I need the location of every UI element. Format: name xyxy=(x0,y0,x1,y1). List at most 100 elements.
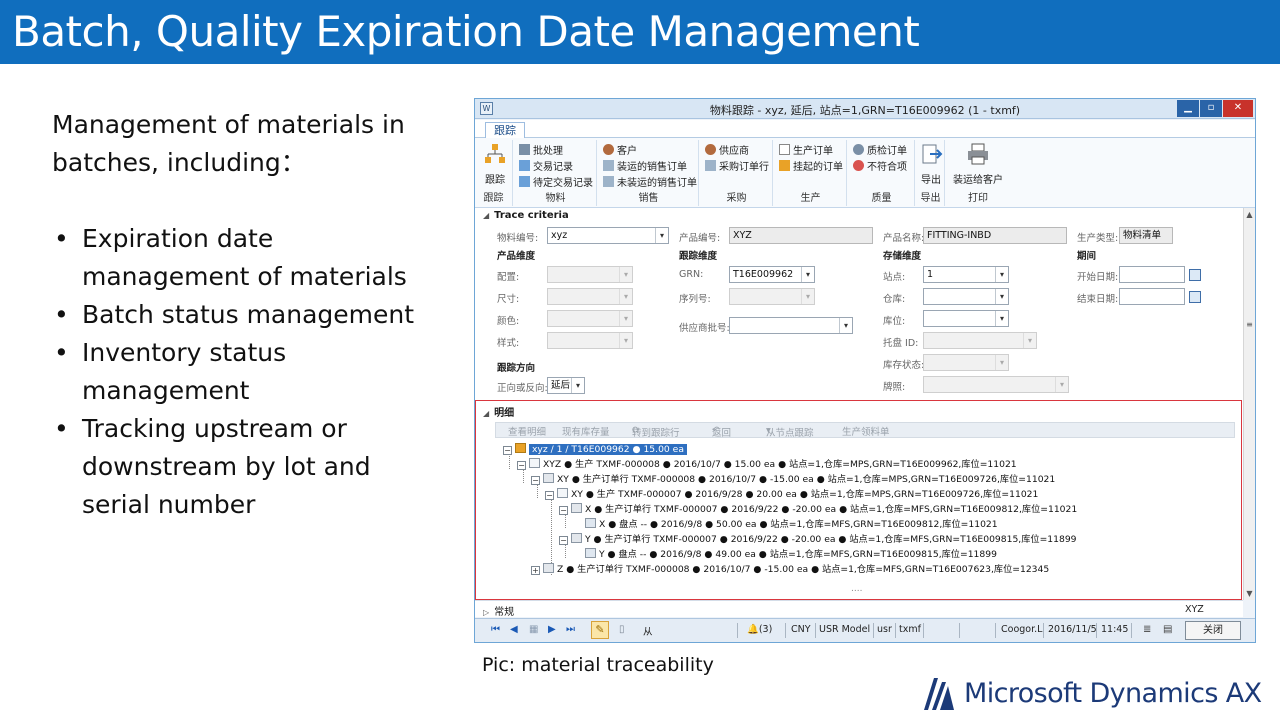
status-currency: CNY xyxy=(791,624,811,635)
location-label: 库位: xyxy=(883,316,906,327)
warehouse-field[interactable]: ▾ xyxy=(923,288,1009,305)
start-date-field[interactable] xyxy=(1119,266,1185,283)
product-type-label: 生产类型: xyxy=(1077,233,1119,244)
trace-criteria-header[interactable]: ◢ Trace criteria xyxy=(483,210,569,221)
close-icon[interactable]: ✕ xyxy=(1223,100,1253,117)
chevron-down-icon[interactable]: ▾ xyxy=(995,289,1008,304)
figure-caption: Pic: material traceability xyxy=(482,654,714,676)
pending-transactions-button[interactable]: 待定交易记录 xyxy=(519,174,593,189)
size-field[interactable]: ▾ xyxy=(547,288,633,305)
inventory-status-field[interactable]: ▾ xyxy=(923,354,1009,371)
scroll-grip-icon[interactable]: ≡ xyxy=(1244,320,1255,329)
vertical-scrollbar[interactable]: ▲ ≡ ▼ xyxy=(1243,208,1255,600)
end-date-label: 结束日期: xyxy=(1077,294,1119,305)
direction-heading: 跟踪方向 xyxy=(497,363,536,374)
scroll-down-icon[interactable]: ▼ xyxy=(1244,589,1255,598)
grn-field[interactable]: T16E009962 ▾ xyxy=(729,266,815,283)
app-window: W 物料跟踪 - xyz, 延后, 站点=1,GRN=T16E009962 (1… xyxy=(474,98,1256,643)
tab-trace[interactable]: 跟踪 xyxy=(485,122,525,139)
chevron-down-icon[interactable]: ▾ xyxy=(839,318,852,333)
quality-order-button[interactable]: 质检订单 xyxy=(853,142,907,157)
vendor-batch-field[interactable]: ▾ xyxy=(729,317,853,334)
status-company[interactable]: txmf xyxy=(899,624,921,635)
shipped-sales-button[interactable]: 装运的销售订单 xyxy=(603,158,687,173)
left-text: Management of materials in batches, incl… xyxy=(52,106,432,524)
chevron-down-icon[interactable]: ▾ xyxy=(995,267,1008,282)
suspended-order-button[interactable]: 挂起的订单 xyxy=(779,158,843,173)
chevron-down-icon[interactable]: ▾ xyxy=(1055,377,1068,392)
serial-field[interactable]: ▾ xyxy=(729,288,815,305)
quality-order-icon xyxy=(853,144,864,155)
pallet-field[interactable]: ▾ xyxy=(923,332,1037,349)
database-icon[interactable]: ≣ xyxy=(1143,625,1153,635)
group-label-export: 导出 xyxy=(920,193,941,204)
status-user: Coogor.L xyxy=(1001,624,1043,635)
site-field[interactable]: 1 ▾ xyxy=(923,266,1009,283)
item-no-label: 物料编号: xyxy=(497,233,539,244)
group-label-print: 打印 xyxy=(968,193,988,204)
config-field[interactable]: ▾ xyxy=(547,266,633,283)
scroll-up-icon[interactable]: ▲ xyxy=(1244,210,1255,219)
style-field[interactable]: ▾ xyxy=(547,332,633,349)
first-record-icon[interactable]: ⏮ xyxy=(491,625,501,635)
chevron-down-icon[interactable]: ▾ xyxy=(619,267,632,282)
chevron-down-icon[interactable]: ▾ xyxy=(619,333,632,348)
direction-select[interactable]: 延后 ▾ xyxy=(547,377,585,394)
ribbon-tabs: 跟踪 xyxy=(475,120,1255,139)
chevron-down-icon[interactable]: ▾ xyxy=(1023,333,1036,348)
warehouse-label: 仓库: xyxy=(883,294,906,305)
printer-icon xyxy=(968,143,988,165)
chevron-down-icon[interactable]: ▾ xyxy=(619,311,632,326)
chevron-down-icon[interactable]: ▾ xyxy=(801,267,814,282)
chevron-down-icon[interactable]: ▾ xyxy=(801,289,814,304)
ribbon-group-quality: 质检订单 不符合项 质量 xyxy=(849,140,915,206)
unshipped-sales-button[interactable]: 未装运的销售订单 xyxy=(603,174,697,189)
transactions-button[interactable]: 交易记录 xyxy=(519,158,573,173)
status-separator xyxy=(815,623,816,638)
trace-button[interactable]: 跟踪 xyxy=(481,142,509,186)
customer-button[interactable]: 客户 xyxy=(603,142,637,157)
grid-icon[interactable]: ▦ xyxy=(529,625,539,635)
last-record-icon[interactable]: ⏭ xyxy=(566,625,576,635)
collapse-icon: ◢ xyxy=(483,211,490,220)
calendar-icon[interactable] xyxy=(1189,291,1201,303)
batch-button[interactable]: 批处理 xyxy=(519,142,563,157)
chevron-down-icon[interactable]: ▾ xyxy=(995,311,1008,326)
attachment-icon[interactable]: ▯ xyxy=(619,625,629,635)
chevron-down-icon[interactable]: ▾ xyxy=(571,378,584,393)
color-field[interactable]: ▾ xyxy=(547,310,633,327)
export-button[interactable]: 导出 xyxy=(918,142,944,186)
nonconformance-button[interactable]: 不符合项 xyxy=(853,158,907,173)
chevron-down-icon[interactable]: ▾ xyxy=(995,355,1008,370)
ship-to-customer-button[interactable]: 装运给客户 xyxy=(951,142,1005,186)
close-button[interactable]: 关闭 xyxy=(1185,621,1241,640)
edit-icon[interactable]: ✎ xyxy=(591,621,609,639)
purchase-line-button[interactable]: 采购订单行 xyxy=(705,158,769,173)
minimize-icon[interactable]: ▁ xyxy=(1177,100,1199,117)
license-plate-label: 牌照: xyxy=(883,382,906,393)
tracking-dimension-heading: 跟踪维度 xyxy=(679,251,718,262)
calendar-icon[interactable] xyxy=(1189,269,1201,281)
end-date-field[interactable] xyxy=(1119,288,1185,305)
next-record-icon[interactable]: ▶ xyxy=(548,625,558,635)
status-separator xyxy=(995,623,996,638)
general-panel: ▷ 常规 XYZ xyxy=(475,600,1243,618)
nonconformance-icon xyxy=(853,160,864,171)
dynamics-logo-icon xyxy=(924,678,954,710)
window-list-icon[interactable]: ▤ xyxy=(1163,625,1173,635)
window-buttons: ▁ ▫ ✕ xyxy=(1176,100,1253,118)
general-header[interactable]: ▷ 常规 xyxy=(483,603,514,618)
item-no-field[interactable]: xyz ▾ xyxy=(547,227,669,244)
bullet-item: Tracking upstream or downstream by lot a… xyxy=(52,410,432,524)
logo-text: Microsoft Dynamics AX xyxy=(964,678,1262,709)
restore-icon[interactable]: ▫ xyxy=(1200,100,1222,117)
notifications-button[interactable]: 🔔(3) xyxy=(747,624,772,635)
chevron-down-icon[interactable]: ▾ xyxy=(655,228,668,243)
previous-record-icon[interactable]: ◀ xyxy=(510,625,520,635)
location-field[interactable]: ▾ xyxy=(923,310,1009,327)
license-plate-field[interactable]: ▾ xyxy=(923,376,1069,393)
production-order-button[interactable]: 生产订单 xyxy=(779,142,833,157)
vendor-button[interactable]: 供应商 xyxy=(705,142,749,157)
chevron-down-icon[interactable]: ▾ xyxy=(619,289,632,304)
ribbon-group-purchase: 供应商 采购订单行 采购 xyxy=(701,140,773,206)
